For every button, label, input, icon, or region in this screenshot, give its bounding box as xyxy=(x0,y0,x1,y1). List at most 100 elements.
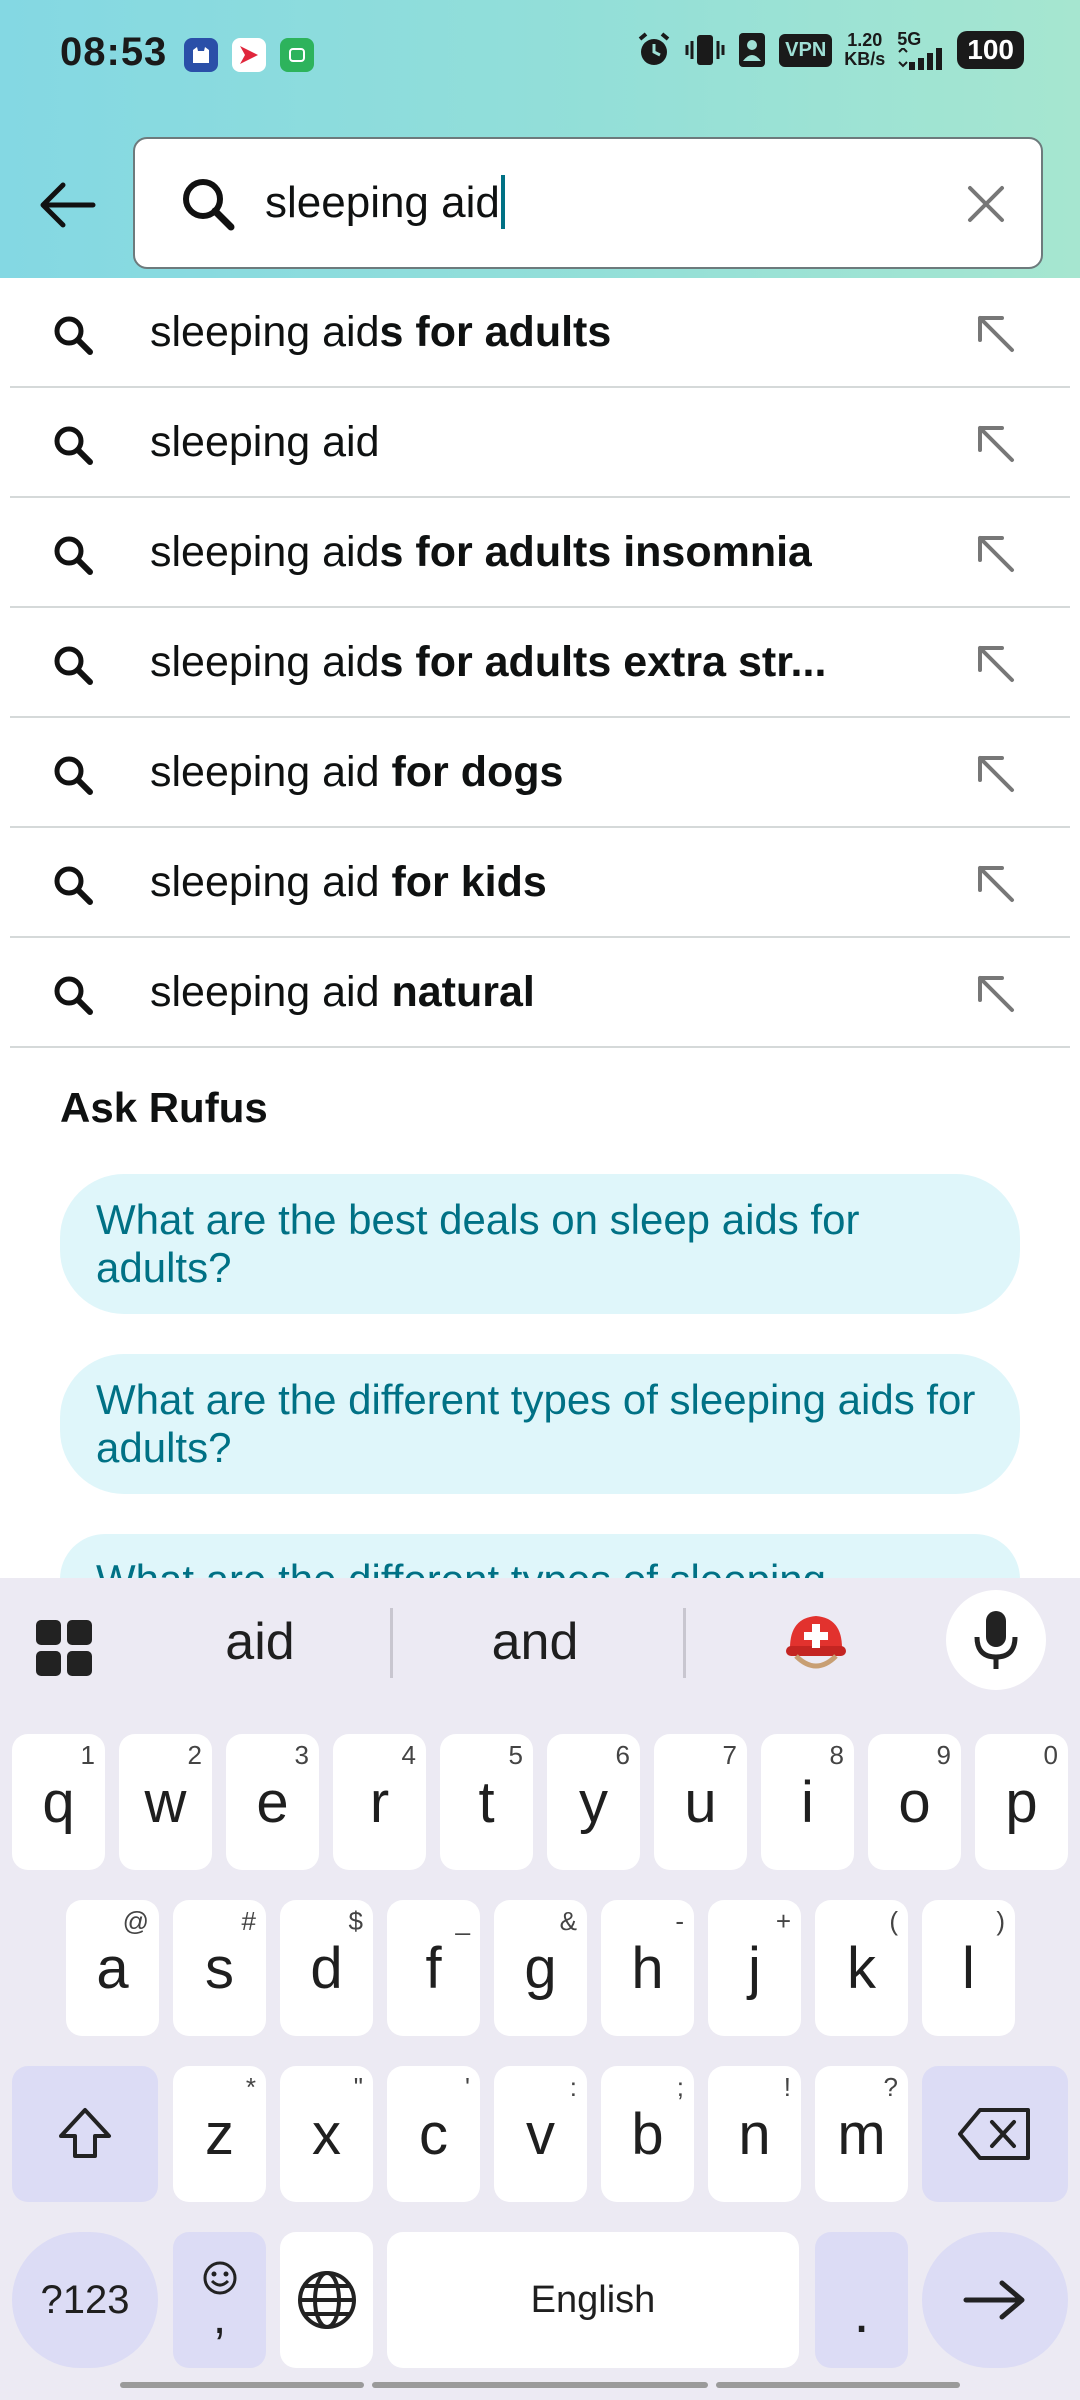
key-h[interactable]: h- xyxy=(601,1900,694,2036)
fill-query-arrow-icon[interactable] xyxy=(972,860,1020,908)
microphone-icon xyxy=(974,1611,1018,1669)
key-l[interactable]: l) xyxy=(922,1900,1015,2036)
backspace-icon xyxy=(958,2108,1030,2160)
key-label: o xyxy=(898,1769,931,1835)
key-d[interactable]: d $ xyxy=(280,1900,373,2036)
key-f[interactable]: f _ xyxy=(387,1900,480,2036)
key-label: a xyxy=(96,1935,129,2001)
alarm-icon xyxy=(635,31,673,69)
key-hint: ; xyxy=(676,2072,684,2102)
search-input[interactable]: sleeping aid xyxy=(265,175,505,229)
key-q[interactable]: q1 xyxy=(12,1734,105,1870)
key-j[interactable]: j + xyxy=(708,1900,801,2036)
status-bar: 08:53 VPN 1.20 KB/s 5G 100 xyxy=(0,0,1080,110)
key-label: k xyxy=(847,1935,876,2001)
key-g[interactable]: g & xyxy=(494,1900,587,2036)
arrow-left-icon xyxy=(40,182,96,228)
status-icons: VPN 1.20 KB/s 5G 100 xyxy=(635,30,1024,70)
key-s[interactable]: s # xyxy=(173,1900,266,2036)
backspace-key[interactable] xyxy=(922,2066,1068,2202)
flag-app-icon xyxy=(232,38,266,72)
suggestion-item[interactable]: sleeping aid for dogs xyxy=(10,718,1070,828)
key-z[interactable]: z * xyxy=(173,2066,266,2202)
key-a[interactable]: a @ xyxy=(66,1900,159,2036)
key-b[interactable]: b; xyxy=(601,2066,694,2202)
back-button[interactable] xyxy=(30,168,104,242)
rufus-question-chip[interactable]: What are the best deals on sleep aids fo… xyxy=(60,1174,1020,1314)
key-t[interactable]: t5 xyxy=(440,1734,533,1870)
rufus-question-chip[interactable]: What are the different types of sleeping… xyxy=(60,1354,1020,1494)
suggestion-text: sleeping aid for kids xyxy=(150,858,547,907)
suggestion-item[interactable]: sleeping aid xyxy=(10,388,1070,498)
key-label: n xyxy=(738,2101,771,2167)
suggestion-item[interactable]: sleeping aids for adults xyxy=(10,278,1070,388)
key-e[interactable]: e3 xyxy=(226,1734,319,1870)
fill-query-arrow-icon[interactable] xyxy=(972,420,1020,468)
key-label: u xyxy=(684,1769,717,1835)
suggestion-item[interactable]: sleeping aid for kids xyxy=(10,828,1070,938)
key-v[interactable]: v: xyxy=(494,2066,587,2202)
signal-icon: 5G xyxy=(897,30,945,70)
key-r[interactable]: r4 xyxy=(333,1734,426,1870)
period-key[interactable]: . xyxy=(815,2232,908,2368)
key-label: j xyxy=(748,1935,761,2001)
key-m[interactable]: m? xyxy=(815,2066,908,2202)
language-key[interactable] xyxy=(280,2232,373,2368)
key-n[interactable]: n! xyxy=(708,2066,801,2202)
key-hint: 8 xyxy=(829,1740,844,1770)
key-k[interactable]: k( xyxy=(815,1900,908,2036)
suggestion-item[interactable]: sleeping aid natural xyxy=(10,938,1070,1048)
search-field[interactable]: sleeping aid xyxy=(133,137,1043,269)
key-o[interactable]: o9 xyxy=(868,1734,961,1870)
soft-keyboard: aid and q1 w2 e3 r4 t5 y6 u7 i8 o9 p0 a @… xyxy=(0,1578,1080,2400)
suggestion-completion: natural xyxy=(391,967,535,1016)
globe-icon xyxy=(297,2271,356,2329)
suggestion-item[interactable]: sleeping aids for adults extra str... xyxy=(10,608,1070,718)
keyboard-word-suggestion[interactable]: aid xyxy=(200,1612,320,1672)
battery-indicator: 100 xyxy=(957,31,1024,69)
fill-query-arrow-icon[interactable] xyxy=(972,530,1020,578)
key-hint: _ xyxy=(455,1906,470,1936)
go-key[interactable] xyxy=(922,2232,1068,2368)
key-hint: 0 xyxy=(1043,1740,1058,1770)
keyboard-word-suggestion[interactable]: and xyxy=(470,1612,600,1672)
search-icon xyxy=(52,424,94,471)
search-icon xyxy=(52,534,94,581)
emoji-comma-key[interactable]: , xyxy=(173,2232,266,2368)
key-p[interactable]: p0 xyxy=(975,1734,1068,1870)
search-icon xyxy=(179,175,237,238)
suggestion-prefix: sleeping aid xyxy=(150,747,392,796)
apps-grid-icon[interactable] xyxy=(34,1618,96,1678)
key-y[interactable]: y6 xyxy=(547,1734,640,1870)
fill-query-arrow-icon[interactable] xyxy=(972,970,1020,1018)
app-header: 08:53 VPN 1.20 KB/s 5G 100 sleeping aid xyxy=(0,0,1080,278)
space-bar[interactable]: English xyxy=(387,2232,799,2368)
suggestion-completion: for kids xyxy=(391,857,547,906)
fill-query-arrow-icon[interactable] xyxy=(972,310,1020,358)
fill-query-arrow-icon[interactable] xyxy=(972,750,1020,798)
key-x[interactable]: x " xyxy=(280,2066,373,2202)
suggestion-completion: for dogs xyxy=(391,747,564,796)
key-w[interactable]: w2 xyxy=(119,1734,212,1870)
key-hint: 3 xyxy=(294,1740,309,1770)
suggestion-text: sleeping aid natural xyxy=(150,968,535,1017)
network-speed: 1.20 KB/s xyxy=(844,31,885,69)
voice-input-button[interactable] xyxy=(946,1590,1046,1690)
key-label: x xyxy=(312,2101,341,2167)
symbols-key[interactable]: ?123 xyxy=(12,2232,158,2368)
nav-handle xyxy=(716,2382,960,2388)
key-hint: @ xyxy=(122,1906,149,1936)
network-speed-value: 1.20 xyxy=(847,30,883,50)
suggestion-item[interactable]: sleeping aids for adults insomnia xyxy=(10,498,1070,608)
clear-search-button[interactable] xyxy=(961,179,1011,229)
fill-query-arrow-icon[interactable] xyxy=(972,640,1020,688)
key-c[interactable]: c ' xyxy=(387,2066,480,2202)
key-u[interactable]: u7 xyxy=(654,1734,747,1870)
key-hint: ) xyxy=(996,1906,1005,1936)
suggestion-completion: s for adults extra str... xyxy=(379,637,827,686)
key-i[interactable]: i8 xyxy=(761,1734,854,1870)
suggestion-prefix: sleeping aid xyxy=(150,307,380,356)
rescue-helmet-emoji-icon[interactable] xyxy=(782,1608,850,1676)
shift-key[interactable] xyxy=(12,2066,158,2202)
key-hint: 2 xyxy=(187,1740,202,1770)
